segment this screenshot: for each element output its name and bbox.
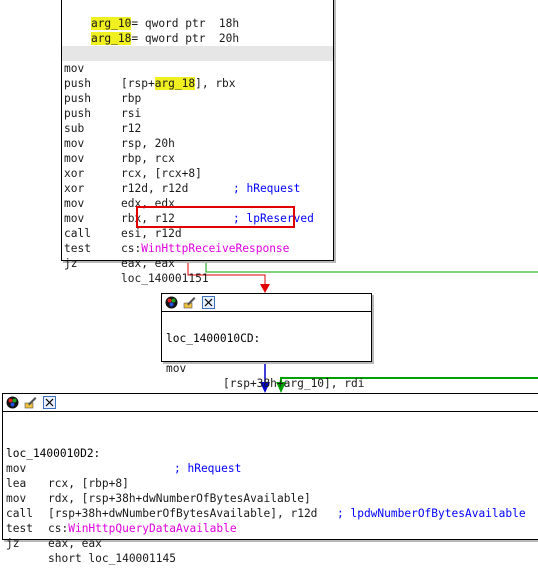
operand: loc_140001151 xyxy=(121,272,209,285)
graph-nodes-icon[interactable] xyxy=(43,396,56,409)
instruction-line[interactable]: mov rcx, [rcx+8] ; hRequest xyxy=(62,136,333,195)
operand: eax, eax xyxy=(48,537,102,550)
instruction-line[interactable]: mov [rsp+arg_18], rbx xyxy=(62,46,333,90)
instruction-line[interactable]: xor edx, edx ; lpReserved xyxy=(62,166,333,225)
instruction-line[interactable]: mov rbp, rcx xyxy=(62,121,333,165)
code-block-loc-1400010d2[interactable]: loc_1400010D2: ; hRequest mov rcx, [rbp+… xyxy=(2,393,538,565)
instruction-line[interactable]: test eax, eax xyxy=(3,506,538,550)
mnemonic: jz xyxy=(64,257,78,270)
arg-declaration: arg_10= qword ptr 18h xyxy=(64,1,239,30)
instruction-line[interactable]: lea rdx, [rsp+38h+dwNumberOfBytesAvailab… xyxy=(3,461,538,520)
arg-name: arg_10 xyxy=(283,377,325,390)
block-toolbar xyxy=(162,294,371,312)
instruction-line[interactable]: mov [rsp+38h+dwNumberOfBytesAvailable], … xyxy=(3,476,538,520)
arg-declaration: arg_18= qword ptr 20h xyxy=(64,16,239,45)
code-block-loc-1400010cd[interactable]: loc_1400010CD: mov [rsp+38h+arg_10], rdi xyxy=(161,293,372,390)
mnemonic: mov xyxy=(166,362,187,375)
instruction-line[interactable]: push rsi xyxy=(62,76,333,120)
graph-nodes-icon[interactable] xyxy=(202,296,215,309)
instruction-line[interactable]: call cs:WinHttpQueryDataAvailable xyxy=(3,491,538,535)
location-label[interactable]: loc_1400010CD: xyxy=(166,331,260,346)
edit-pencil-icon[interactable] xyxy=(183,296,196,309)
false-branch-arrow xyxy=(260,284,270,293)
instruction-line[interactable]: push rbp xyxy=(62,61,333,105)
operand: eax, eax xyxy=(121,257,175,270)
color-palette-icon[interactable] xyxy=(165,296,178,309)
instruction-line[interactable]: mov rbx, r12 xyxy=(62,181,333,225)
operand: short loc_140001145 xyxy=(48,552,176,565)
block-toolbar xyxy=(3,394,538,412)
instruction-line[interactable]: mov rcx, [rbp+8] xyxy=(3,446,538,490)
instruction-line[interactable]: mov [rsp+38h+arg_10], rdi xyxy=(162,346,371,390)
instruction-line[interactable]: push r12 xyxy=(62,91,333,135)
edit-pencil-icon[interactable] xyxy=(24,396,37,409)
operand: [rsp+38h+arg_10], rdi xyxy=(223,377,365,390)
instruction-line[interactable]: jz loc_140001151 xyxy=(62,241,333,285)
highlight-box xyxy=(136,206,295,228)
color-palette-icon[interactable] xyxy=(6,396,19,409)
arg-definition: = qword ptr 20h xyxy=(131,32,240,45)
instruction-line[interactable]: xor r12d, r12d xyxy=(62,151,333,195)
location-label-line[interactable]: loc_1400010D2: ; hRequest xyxy=(3,431,538,475)
arg-name: arg_18 xyxy=(90,32,132,45)
mnemonic: jz xyxy=(6,537,20,550)
true-branch-edge xyxy=(205,260,538,273)
instruction-line[interactable]: sub rsp, 20h xyxy=(62,106,333,150)
instruction-line[interactable]: test eax, eax xyxy=(62,226,333,270)
instruction-line[interactable]: jz short loc_140001145 xyxy=(3,521,538,565)
